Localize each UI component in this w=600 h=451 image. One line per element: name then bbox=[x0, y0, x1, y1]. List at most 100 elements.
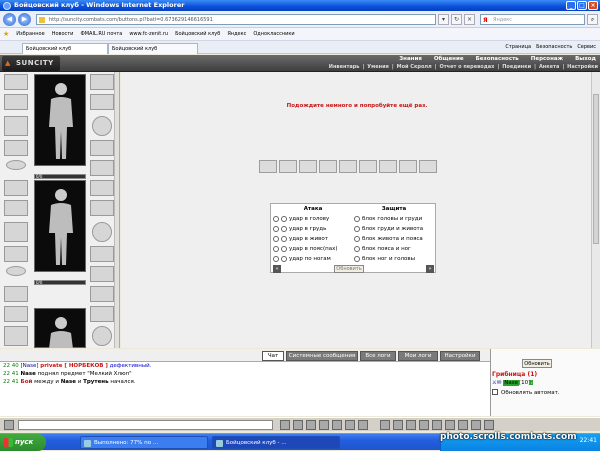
submenu-item[interactable]: Инвентарь bbox=[329, 63, 360, 71]
page-menu[interactable]: Страница bbox=[505, 42, 531, 53]
radio-button[interactable] bbox=[281, 236, 287, 242]
menu-knowledge[interactable]: Знания bbox=[399, 55, 422, 63]
fav-item[interactable]: www.fc-zenit.ru bbox=[129, 31, 168, 37]
amulet-slot[interactable] bbox=[90, 180, 114, 196]
refresh-button[interactable]: Обновить bbox=[334, 265, 364, 273]
left-scrollbar[interactable] bbox=[114, 72, 119, 348]
defense-option[interactable]: блок живота и пояса bbox=[354, 234, 434, 244]
online-user[interactable]: ⚔✉ Nase[10]i bbox=[492, 380, 534, 386]
tab-my-logs[interactable]: Мои логи bbox=[398, 351, 438, 361]
forward-icon[interactable]: ▶ bbox=[18, 13, 31, 26]
shield-slot[interactable] bbox=[92, 222, 112, 242]
tools-menu[interactable]: Сервис bbox=[577, 42, 596, 53]
boots-slot[interactable] bbox=[90, 160, 114, 176]
chat-toggle-icon[interactable] bbox=[4, 420, 14, 430]
attack-option[interactable]: удар в голову bbox=[273, 214, 353, 224]
favorites-button[interactable]: Избранное bbox=[16, 31, 44, 37]
tab-all-logs[interactable]: Все логи bbox=[360, 351, 396, 361]
main-scrollbar[interactable] bbox=[591, 72, 600, 348]
radio-button[interactable] bbox=[281, 226, 287, 232]
translit-icon[interactable] bbox=[358, 420, 368, 430]
scrollbar-thumb[interactable] bbox=[593, 94, 599, 244]
submenu-item[interactable]: Умения bbox=[367, 63, 389, 71]
chat-nick[interactable]: Nase bbox=[61, 379, 76, 385]
start-button[interactable]: пуск bbox=[0, 434, 46, 451]
info-icon[interactable]: i bbox=[530, 380, 534, 385]
defense-option[interactable]: блок пояса и ног bbox=[354, 244, 434, 254]
submenu-item[interactable]: Поединки bbox=[502, 63, 531, 71]
defense-option[interactable]: блок головы и груди bbox=[354, 214, 434, 224]
action-icon[interactable] bbox=[432, 420, 442, 430]
refresh-icon[interactable]: ↻ bbox=[451, 14, 462, 25]
online-refresh-button[interactable]: Обновить bbox=[522, 359, 552, 368]
helmet-slot[interactable] bbox=[4, 74, 28, 90]
helmet-slot[interactable] bbox=[4, 286, 28, 302]
radio-button[interactable] bbox=[273, 256, 279, 262]
fav-item[interactable]: Яндекс bbox=[227, 31, 246, 37]
action-icon[interactable] bbox=[458, 420, 468, 430]
weapon-slot[interactable] bbox=[4, 200, 28, 216]
menu-security[interactable]: Безопасность bbox=[476, 55, 519, 63]
chat-nick[interactable]: [Nase] bbox=[21, 363, 39, 369]
chat-nick[interactable]: Трутень bbox=[83, 379, 108, 385]
submenu-item[interactable]: Отчет о переводах bbox=[440, 63, 495, 71]
user-name[interactable]: Nase bbox=[503, 380, 520, 386]
action-icon[interactable] bbox=[380, 420, 390, 430]
search-input[interactable]: Я Яндекс bbox=[480, 14, 585, 25]
fav-item[interactable]: ФМAIL.RU почта bbox=[80, 31, 122, 37]
gloves-slot[interactable] bbox=[90, 94, 114, 110]
armor-slot[interactable] bbox=[4, 116, 28, 136]
radio-button[interactable] bbox=[354, 236, 360, 242]
left-arrow-icon[interactable]: « bbox=[273, 265, 281, 273]
submenu-item[interactable]: Мой Скролл bbox=[397, 63, 432, 71]
taskbar-item[interactable]: Бойцовский клуб - ... bbox=[212, 436, 340, 449]
submenu-item[interactable]: Анкета bbox=[539, 63, 559, 71]
boots-slot[interactable] bbox=[90, 266, 114, 282]
armor-slot[interactable] bbox=[4, 222, 28, 242]
sound-icon[interactable] bbox=[345, 420, 355, 430]
attack-option[interactable]: удар в пояс(пах) bbox=[273, 244, 353, 254]
ring-slot[interactable] bbox=[6, 266, 26, 276]
address-input[interactable]: http://suncity.combats.com/buttons.pl?ba… bbox=[36, 14, 436, 25]
filter-icon[interactable] bbox=[332, 420, 342, 430]
back-icon[interactable]: ◀ bbox=[3, 13, 16, 26]
browser-tab[interactable]: Бойцовский клуб bbox=[22, 43, 108, 54]
fav-item[interactable]: Новости bbox=[52, 31, 74, 37]
gloves-slot[interactable] bbox=[90, 306, 114, 322]
minimize-button[interactable]: _ bbox=[566, 1, 576, 10]
browser-tab[interactable]: Бойцовский клуб bbox=[108, 43, 198, 54]
amulet-slot[interactable] bbox=[90, 286, 114, 302]
search-go-icon[interactable]: ⌕ bbox=[587, 14, 598, 25]
radio-button[interactable] bbox=[273, 236, 279, 242]
action-icon[interactable] bbox=[406, 420, 416, 430]
fav-item[interactable]: Одноклассники bbox=[253, 31, 294, 37]
radio-button[interactable] bbox=[281, 256, 287, 262]
action-icon[interactable] bbox=[393, 420, 403, 430]
dropdown-icon[interactable]: ▾ bbox=[438, 14, 449, 25]
action-icon[interactable] bbox=[419, 420, 429, 430]
helmet-slot[interactable] bbox=[4, 180, 28, 196]
radio-button[interactable] bbox=[281, 216, 287, 222]
menu-communication[interactable]: Общение bbox=[434, 55, 464, 63]
chat-input[interactable] bbox=[18, 420, 273, 430]
radio-button[interactable] bbox=[354, 226, 360, 232]
gloves-slot[interactable] bbox=[90, 200, 114, 216]
security-menu[interactable]: Безопасность bbox=[536, 42, 572, 53]
attack-option[interactable]: удар по ногам bbox=[273, 254, 353, 264]
stop-icon[interactable]: × bbox=[464, 14, 475, 25]
ring-slot[interactable] bbox=[6, 160, 26, 170]
smiley-icon[interactable] bbox=[280, 420, 290, 430]
radio-button[interactable] bbox=[273, 226, 279, 232]
radio-button[interactable] bbox=[354, 246, 360, 252]
belt-slot[interactable] bbox=[4, 140, 28, 156]
shield-slot[interactable] bbox=[92, 326, 112, 346]
action-icon[interactable] bbox=[484, 420, 494, 430]
clear-icon[interactable] bbox=[306, 420, 316, 430]
close-button[interactable]: × bbox=[588, 1, 598, 10]
font-icon[interactable] bbox=[319, 420, 329, 430]
auto-refresh-checkbox[interactable] bbox=[492, 389, 498, 395]
star-icon[interactable]: ★ bbox=[3, 30, 9, 38]
maximize-button[interactable]: □ bbox=[577, 1, 587, 10]
leggings-slot[interactable] bbox=[90, 246, 114, 262]
send-icon[interactable] bbox=[293, 420, 303, 430]
